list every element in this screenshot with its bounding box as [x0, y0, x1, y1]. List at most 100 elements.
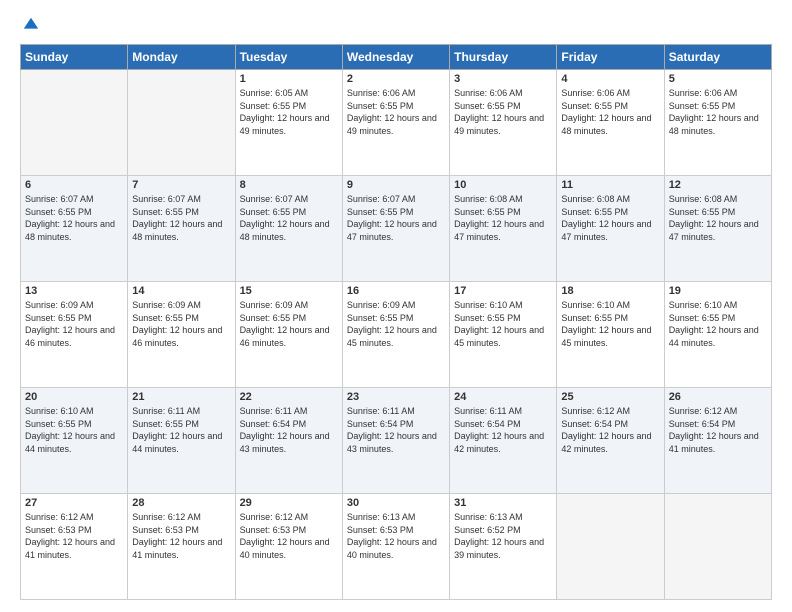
day-info: Sunrise: 6:09 AM Sunset: 6:55 PM Dayligh… [240, 299, 338, 349]
day-info: Sunrise: 6:06 AM Sunset: 6:55 PM Dayligh… [347, 87, 445, 137]
day-number: 18 [561, 285, 659, 297]
calendar-cell: 4 Sunrise: 6:06 AM Sunset: 6:55 PM Daylig… [557, 70, 664, 176]
day-info: Sunrise: 6:07 AM Sunset: 6:55 PM Dayligh… [347, 193, 445, 243]
header-saturday: Saturday [664, 45, 771, 70]
day-info: Sunrise: 6:07 AM Sunset: 6:55 PM Dayligh… [25, 193, 123, 243]
day-number: 19 [669, 285, 767, 297]
day-number: 7 [132, 179, 230, 191]
calendar-cell: 30Sunrise: 6:13 AM Sunset: 6:53 PM Dayli… [342, 494, 449, 600]
day-number: 21 [132, 391, 230, 403]
calendar: Sunday Monday Tuesday Wednesday Thursday… [20, 44, 772, 600]
calendar-cell: 14 Sunrise: 6:09 AM Sunset: 6:55 PM Dayli… [128, 282, 235, 388]
calendar-cell: 28Sunrise: 6:12 AM Sunset: 6:53 PM Dayli… [128, 494, 235, 600]
logo-icon [22, 16, 40, 34]
calendar-cell: 21 Sunrise: 6:11 AM Sunset: 6:55 PM Dayli… [128, 388, 235, 494]
calendar-week-row: 20 Sunrise: 6:10 AM Sunset: 6:55 PM Dayli… [21, 388, 772, 494]
day-number: 26 [669, 391, 767, 403]
calendar-cell: 18 Sunrise: 6:10 AM Sunset: 6:55 PM Dayli… [557, 282, 664, 388]
day-number: 25 [561, 391, 659, 403]
weekday-header-row: Sunday Monday Tuesday Wednesday Thursday… [21, 45, 772, 70]
day-info: Sunrise: 6:11 AM Sunset: 6:54 PM Dayligh… [454, 405, 552, 455]
page: Sunday Monday Tuesday Wednesday Thursday… [0, 0, 792, 612]
day-info: Sunrise: 6:06 AM Sunset: 6:55 PM Dayligh… [669, 87, 767, 137]
day-number: 23 [347, 391, 445, 403]
day-number: 14 [132, 285, 230, 297]
day-number: 29 [240, 497, 338, 509]
header-sunday: Sunday [21, 45, 128, 70]
calendar-cell: 2 Sunrise: 6:06 AM Sunset: 6:55 PM Daylig… [342, 70, 449, 176]
day-info: Sunrise: 6:09 AM Sunset: 6:55 PM Dayligh… [25, 299, 123, 349]
day-number: 9 [347, 179, 445, 191]
day-number: 13 [25, 285, 123, 297]
calendar-cell: 19Sunrise: 6:10 AM Sunset: 6:55 PM Dayli… [664, 282, 771, 388]
calendar-cell: 11 Sunrise: 6:08 AM Sunset: 6:55 PM Dayli… [557, 176, 664, 282]
day-number: 5 [669, 73, 767, 85]
calendar-week-row: 27 Sunrise: 6:12 AM Sunset: 6:53 PM Dayli… [21, 494, 772, 600]
calendar-cell: 20 Sunrise: 6:10 AM Sunset: 6:55 PM Dayli… [21, 388, 128, 494]
calendar-cell [128, 70, 235, 176]
day-info: Sunrise: 6:12 AM Sunset: 6:54 PM Dayligh… [669, 405, 767, 455]
header-thursday: Thursday [450, 45, 557, 70]
day-number: 27 [25, 497, 123, 509]
calendar-cell: 24 Sunrise: 6:11 AM Sunset: 6:54 PM Dayli… [450, 388, 557, 494]
calendar-cell: 29 Sunrise: 6:12 AM Sunset: 6:53 PM Dayli… [235, 494, 342, 600]
calendar-cell [21, 70, 128, 176]
logo [20, 16, 40, 34]
day-info: Sunrise: 6:06 AM Sunset: 6:55 PM Dayligh… [561, 87, 659, 137]
day-number: 6 [25, 179, 123, 191]
calendar-cell: 15 Sunrise: 6:09 AM Sunset: 6:55 PM Dayli… [235, 282, 342, 388]
day-info: Sunrise: 6:12 AM Sunset: 6:54 PM Dayligh… [561, 405, 659, 455]
calendar-cell: 6 Sunrise: 6:07 AM Sunset: 6:55 PM Daylig… [21, 176, 128, 282]
calendar-cell: 12Sunrise: 6:08 AM Sunset: 6:55 PM Dayli… [664, 176, 771, 282]
day-info: Sunrise: 6:08 AM Sunset: 6:55 PM Dayligh… [561, 193, 659, 243]
day-info: Sunrise: 6:05 AM Sunset: 6:55 PM Dayligh… [240, 87, 338, 137]
calendar-week-row: 13 Sunrise: 6:09 AM Sunset: 6:55 PM Dayli… [21, 282, 772, 388]
day-number: 11 [561, 179, 659, 191]
calendar-cell [557, 494, 664, 600]
day-info: Sunrise: 6:07 AM Sunset: 6:55 PM Dayligh… [240, 193, 338, 243]
day-info: Sunrise: 6:08 AM Sunset: 6:55 PM Dayligh… [669, 193, 767, 243]
calendar-week-row: 1 Sunrise: 6:05 AM Sunset: 6:55 PM Daylig… [21, 70, 772, 176]
day-number: 15 [240, 285, 338, 297]
calendar-cell: 17 Sunrise: 6:10 AM Sunset: 6:55 PM Dayli… [450, 282, 557, 388]
calendar-cell: 9 Sunrise: 6:07 AM Sunset: 6:55 PM Daylig… [342, 176, 449, 282]
day-number: 17 [454, 285, 552, 297]
day-number: 22 [240, 391, 338, 403]
day-number: 20 [25, 391, 123, 403]
calendar-cell: 22 Sunrise: 6:11 AM Sunset: 6:54 PM Dayli… [235, 388, 342, 494]
day-info: Sunrise: 6:11 AM Sunset: 6:55 PM Dayligh… [132, 405, 230, 455]
day-number: 24 [454, 391, 552, 403]
day-number: 3 [454, 73, 552, 85]
day-number: 10 [454, 179, 552, 191]
header [20, 16, 772, 34]
calendar-cell: 5 Sunrise: 6:06 AM Sunset: 6:55 PM Daylig… [664, 70, 771, 176]
day-info: Sunrise: 6:09 AM Sunset: 6:55 PM Dayligh… [132, 299, 230, 349]
day-info: Sunrise: 6:06 AM Sunset: 6:55 PM Dayligh… [454, 87, 552, 137]
day-number: 1 [240, 73, 338, 85]
day-number: 2 [347, 73, 445, 85]
day-info: Sunrise: 6:07 AM Sunset: 6:55 PM Dayligh… [132, 193, 230, 243]
day-info: Sunrise: 6:10 AM Sunset: 6:55 PM Dayligh… [561, 299, 659, 349]
calendar-cell [664, 494, 771, 600]
day-info: Sunrise: 6:12 AM Sunset: 6:53 PM Dayligh… [240, 511, 338, 561]
day-info: Sunrise: 6:13 AM Sunset: 6:53 PM Dayligh… [347, 511, 445, 561]
day-info: Sunrise: 6:12 AM Sunset: 6:53 PM Dayligh… [25, 511, 123, 561]
day-info: Sunrise: 6:09 AM Sunset: 6:55 PM Dayligh… [347, 299, 445, 349]
day-number: 4 [561, 73, 659, 85]
day-info: Sunrise: 6:10 AM Sunset: 6:55 PM Dayligh… [25, 405, 123, 455]
day-info: Sunrise: 6:13 AM Sunset: 6:52 PM Dayligh… [454, 511, 552, 561]
calendar-week-row: 6 Sunrise: 6:07 AM Sunset: 6:55 PM Daylig… [21, 176, 772, 282]
day-info: Sunrise: 6:11 AM Sunset: 6:54 PM Dayligh… [240, 405, 338, 455]
day-number: 8 [240, 179, 338, 191]
calendar-cell: 1 Sunrise: 6:05 AM Sunset: 6:55 PM Daylig… [235, 70, 342, 176]
day-number: 31 [454, 497, 552, 509]
header-friday: Friday [557, 45, 664, 70]
header-monday: Monday [128, 45, 235, 70]
day-info: Sunrise: 6:11 AM Sunset: 6:54 PM Dayligh… [347, 405, 445, 455]
calendar-cell: 23 Sunrise: 6:11 AM Sunset: 6:54 PM Dayli… [342, 388, 449, 494]
calendar-cell: 8 Sunrise: 6:07 AM Sunset: 6:55 PM Daylig… [235, 176, 342, 282]
day-number: 28 [132, 497, 230, 509]
calendar-cell: 27 Sunrise: 6:12 AM Sunset: 6:53 PM Dayli… [21, 494, 128, 600]
calendar-cell: 3 Sunrise: 6:06 AM Sunset: 6:55 PM Daylig… [450, 70, 557, 176]
day-info: Sunrise: 6:10 AM Sunset: 6:55 PM Dayligh… [454, 299, 552, 349]
